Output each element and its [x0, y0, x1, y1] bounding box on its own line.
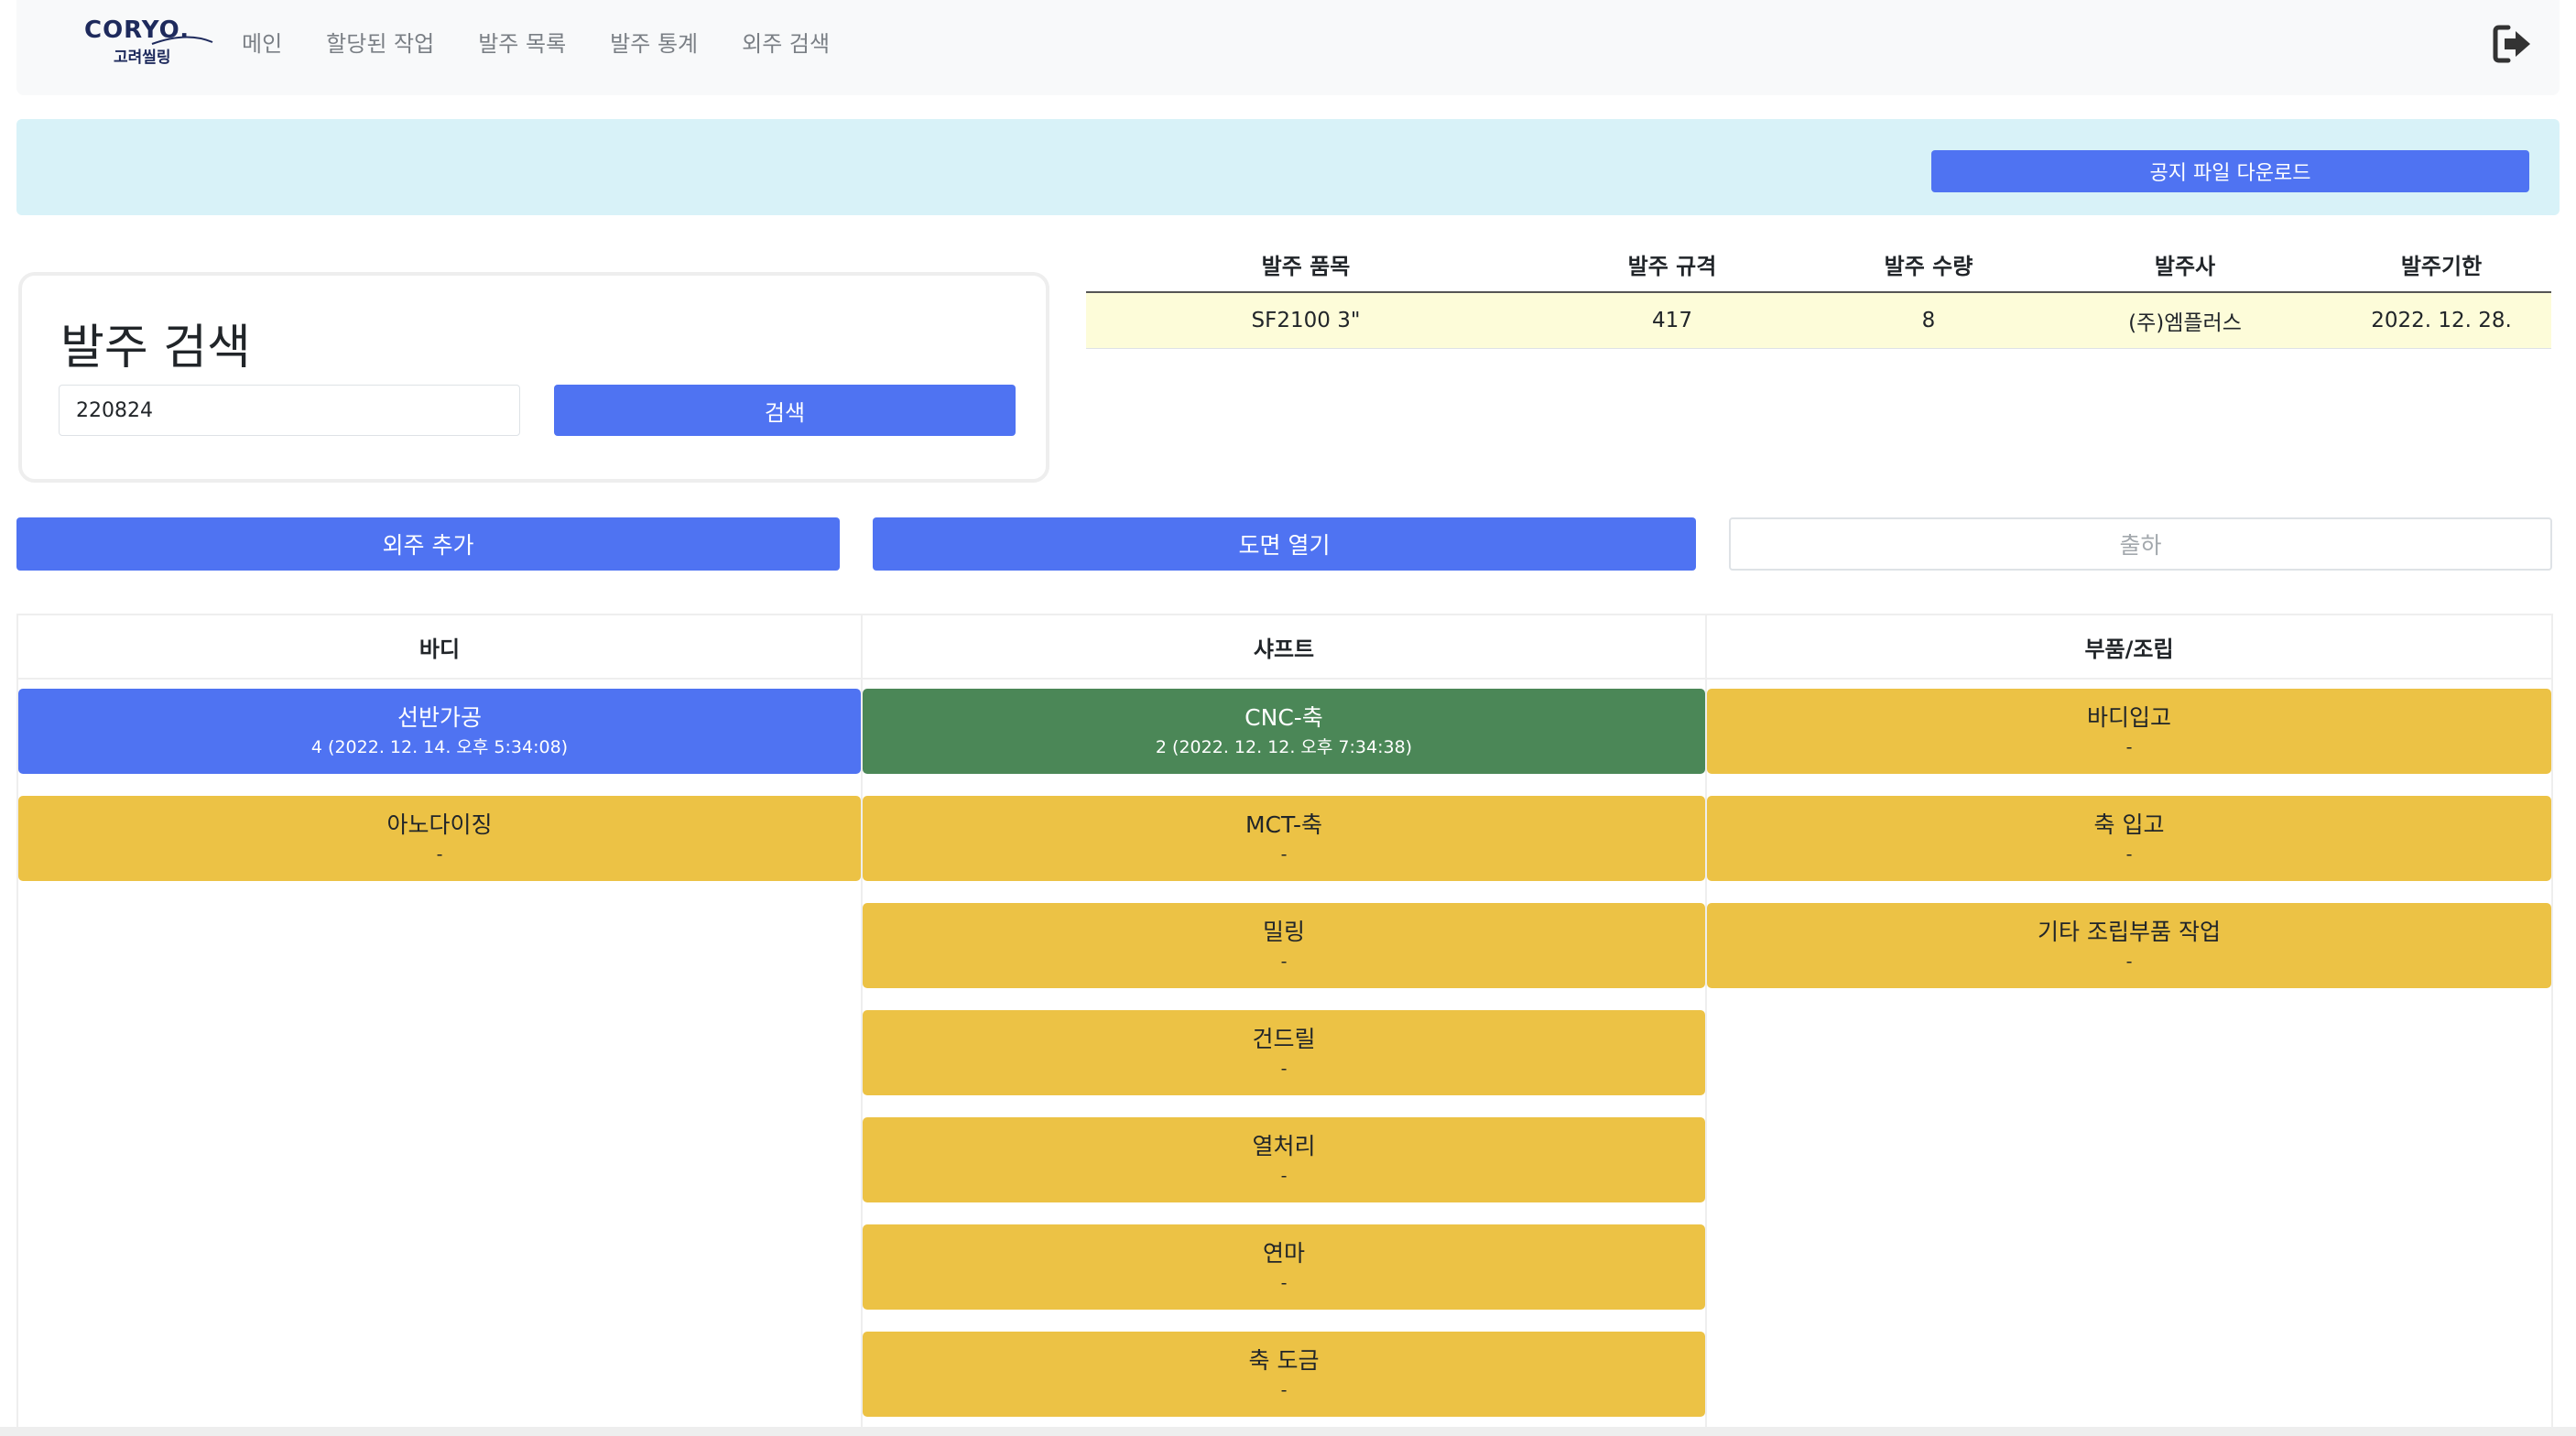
card-title: CNC-축 [1245, 703, 1323, 731]
process-card[interactable]: 축 입고 - [1707, 796, 2551, 881]
column-body: 바디 선반가공 4 (2022. 12. 14. 오후 5:34:08) 아노다… [18, 615, 863, 1434]
card-status: - [1280, 1165, 1288, 1186]
card-status: - [1280, 951, 1288, 972]
cell-client: (주)엠플러스 [2038, 292, 2331, 349]
process-card[interactable]: 기타 조립부품 작업 - [1707, 903, 2551, 988]
process-card[interactable]: 건드릴 - [863, 1010, 1705, 1095]
nav-item-order-list[interactable]: 발주 목록 [478, 26, 566, 58]
order-search-card: 발주 검색 검색 [18, 272, 1049, 483]
card-title: 밀링 [1262, 918, 1305, 945]
notice-banner: 공지 파일 다운로드 [16, 119, 2560, 215]
process-board: 바디 선반가공 4 (2022. 12. 14. 오후 5:34:08) 아노다… [16, 614, 2553, 1436]
card-title: 축 도금 [1248, 1346, 1320, 1374]
card-status: - [2125, 951, 2133, 972]
header-spec: 발주 규격 [1526, 236, 1819, 293]
open-drawing-button[interactable]: 도면 열기 [873, 517, 1696, 571]
card-title: 바디입고 [2086, 703, 2171, 731]
process-card[interactable]: CNC-축 2 (2022. 12. 12. 오후 7:34:38) [863, 689, 1705, 774]
card-title: 축 입고 [2093, 810, 2165, 838]
card-status: - [1280, 843, 1288, 865]
card-status: - [1280, 1272, 1288, 1293]
column-header: 바디 [18, 615, 861, 680]
column-shaft: 샤프트 CNC-축 2 (2022. 12. 12. 오후 7:34:38) M… [863, 615, 1707, 1434]
nav-item-order-stats[interactable]: 발주 통계 [610, 26, 698, 58]
header-quantity: 발주 수량 [1819, 236, 2038, 293]
logo-sub-text: 고려씰링 [114, 49, 171, 67]
bottom-scroll-edge [0, 1427, 2576, 1436]
cell-item: SF2100 3" [1086, 292, 1526, 349]
nav-item-assigned-tasks[interactable]: 할당된 작업 [326, 26, 434, 58]
cell-quantity: 8 [1819, 292, 2038, 349]
process-card[interactable]: MCT-축 - [863, 796, 1705, 881]
card-title: 아노다이징 [386, 810, 493, 838]
header-item: 발주 품목 [1086, 236, 1526, 293]
search-button[interactable]: 검색 [554, 385, 1016, 436]
table-row: SF2100 3" 417 8 (주)엠플러스 2022. 12. 28. [1086, 292, 2551, 349]
card-status: - [2125, 843, 2133, 865]
process-card[interactable]: 축 도금 - [863, 1332, 1705, 1417]
table-header-row: 발주 품목 발주 규격 발주 수량 발주사 발주기한 [1086, 236, 2551, 293]
search-title: 발주 검색 [60, 321, 251, 375]
logout-icon[interactable] [2492, 24, 2534, 64]
coryo-logo[interactable]: CORYO. 고려씰링 [70, 16, 213, 71]
card-status: - [1280, 1379, 1288, 1400]
navbar: CORYO. 고려씰링 메인 할당된 작업 발주 목록 발주 통계 외주 검색 [16, 0, 2560, 95]
header-client: 발주사 [2038, 236, 2331, 293]
card-title: 선반가공 [397, 703, 482, 731]
column-parts-assembly: 부품/조립 바디입고 - 축 입고 - 기타 조립부품 작업 - [1707, 615, 2551, 1434]
card-title: 연마 [1262, 1239, 1305, 1267]
notice-download-button[interactable]: 공지 파일 다운로드 [1931, 150, 2529, 192]
nav-links: 메인 할당된 작업 발주 목록 발주 통계 외주 검색 [242, 26, 830, 58]
card-title: 열처리 [1252, 1132, 1316, 1159]
card-title: 건드릴 [1252, 1025, 1316, 1052]
order-info-table: 발주 품목 발주 규격 발주 수량 발주사 발주기한 SF2100 3" 417… [1086, 236, 2551, 349]
card-title: MCT-축 [1245, 810, 1323, 838]
process-card[interactable]: 밀링 - [863, 903, 1705, 988]
card-status: 2 (2022. 12. 12. 오후 7:34:38) [1155, 736, 1413, 757]
nav-item-main[interactable]: 메인 [242, 26, 282, 58]
nav-item-outsource-search[interactable]: 외주 검색 [742, 26, 830, 58]
cell-deadline: 2022. 12. 28. [2331, 292, 2551, 349]
column-header: 샤프트 [863, 615, 1705, 680]
order-search-input[interactable] [59, 385, 520, 436]
card-status: 4 (2022. 12. 14. 오후 5:34:08) [310, 736, 569, 757]
process-card[interactable]: 연마 - [863, 1224, 1705, 1310]
process-card[interactable]: 아노다이징 - [18, 796, 861, 881]
card-status: - [436, 843, 443, 865]
process-card[interactable]: 열처리 - [863, 1117, 1705, 1202]
add-outsource-button[interactable]: 외주 추가 [16, 517, 840, 571]
column-header: 부품/조립 [1707, 615, 2551, 680]
cell-spec: 417 [1526, 292, 1819, 349]
process-card[interactable]: 바디입고 - [1707, 689, 2551, 774]
process-card[interactable]: 선반가공 4 (2022. 12. 14. 오후 5:34:08) [18, 689, 861, 774]
ship-button[interactable]: 출하 [1729, 517, 2552, 571]
header-deadline: 발주기한 [2331, 236, 2551, 293]
card-status: - [2125, 736, 2133, 757]
card-title: 기타 조립부품 작업 [2038, 918, 2221, 945]
card-status: - [1280, 1058, 1288, 1079]
